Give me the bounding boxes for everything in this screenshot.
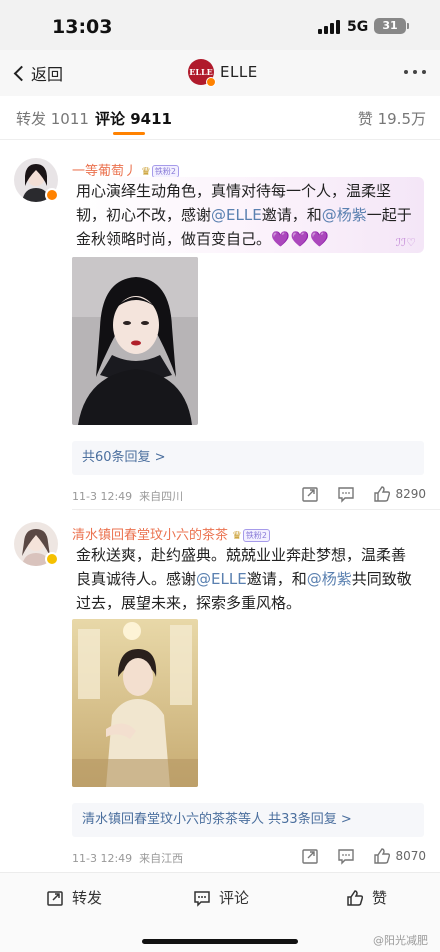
comment-photo[interactable] xyxy=(72,257,198,425)
comment-icon[interactable] xyxy=(337,485,355,503)
like-count: 8070 xyxy=(395,849,426,863)
comment-photo[interactable] xyxy=(72,619,198,787)
comment-label: 评论 xyxy=(219,889,250,907)
more-icon[interactable] xyxy=(404,70,426,74)
reply-user[interactable]: 清水镇回春堂玟小六的茶茶 xyxy=(82,812,238,827)
comment-location: 来自江西 xyxy=(139,852,184,865)
reply-summary[interactable]: 清水镇回春堂玟小六的茶茶等人 共33条回复 > xyxy=(72,803,424,837)
reply-count: 等人 共33条回复 > xyxy=(238,812,352,827)
reply-summary[interactable]: 共60条回复 > xyxy=(72,441,424,475)
comment-item: 清水镇回春堂玟小六的茶茶 ♛ 铁粉2 金秋送爽，赴约盛典。兢兢业业奔赴梦想，温柔善良… xyxy=(0,510,440,872)
comment-actions: 8290 xyxy=(283,485,426,503)
share-icon[interactable] xyxy=(301,485,319,503)
elle-logo-text: ELLE xyxy=(189,67,213,77)
account-header[interactable]: ELLE ELLE xyxy=(188,59,258,87)
elle-logo: ELLE xyxy=(188,59,216,87)
comment-time: 11-3 12:49 xyxy=(72,490,133,503)
like-button[interactable]: 赞 xyxy=(346,887,387,908)
like-count: 8290 xyxy=(395,487,426,501)
verified-icon xyxy=(45,552,59,566)
mention-link[interactable]: @杨紫 xyxy=(322,206,367,224)
decoration-icon: ℐℐ♡ xyxy=(395,236,416,249)
comment-text-part: 邀请，和 xyxy=(261,206,322,224)
comment-text: 金秋送爽，赴约盛典。兢兢业业奔赴梦想，温柔善良真诚待人。感谢@ELLE邀请，和@… xyxy=(72,541,424,617)
tab-bar: 转发 1011 评论 9411 赞 19.5万 xyxy=(0,96,440,140)
battery-icon: 31 xyxy=(374,18,409,34)
page-title: ELLE xyxy=(220,63,258,81)
like-icon[interactable] xyxy=(373,847,391,865)
tab-active-indicator xyxy=(113,132,145,135)
signal-icon xyxy=(318,20,340,34)
comment-actions: 8070 xyxy=(283,847,426,865)
comment-meta: 11-3 12:49 来自江西 xyxy=(72,850,183,866)
comment-button[interactable]: 评论 xyxy=(193,887,249,908)
nav-bar: 返回 ELLE ELLE xyxy=(0,50,440,96)
like-label: 赞 xyxy=(372,889,388,907)
like-icon[interactable] xyxy=(373,485,391,503)
share-icon[interactable] xyxy=(301,847,319,865)
comment-text-part: 邀请，和 xyxy=(246,570,307,588)
comment-location: 来自四川 xyxy=(139,490,184,503)
share-icon xyxy=(47,890,63,906)
purple-hearts-emoji: 💜💜💜 xyxy=(271,230,331,248)
verified-icon xyxy=(206,77,216,87)
status-bar: 13:03 5G 31 xyxy=(0,0,440,50)
watermark: @阳光减肥 xyxy=(373,934,428,947)
comment-icon xyxy=(194,890,210,907)
repost-label: 转发 xyxy=(72,889,103,907)
mention-link[interactable]: @杨紫 xyxy=(307,570,352,588)
mention-link[interactable]: @ELLE xyxy=(211,206,262,224)
tab-like[interactable]: 赞 19.5万 xyxy=(358,108,426,129)
status-time: 13:03 xyxy=(52,16,113,38)
verified-icon xyxy=(45,188,59,202)
comment-item: 一等葡萄丿 ♛ 铁粉2 用心演绎生动角色，真情对待每一个人，温柔坚韧，初心不改，感谢… xyxy=(0,140,440,510)
comment-icon[interactable] xyxy=(337,847,355,865)
tab-comment[interactable]: 评论 9411 xyxy=(95,108,172,129)
home-indicator[interactable] xyxy=(142,939,298,944)
repost-button[interactable]: 转发 xyxy=(46,887,102,908)
comment-time: 11-3 12:49 xyxy=(72,852,133,865)
back-label: 返回 xyxy=(31,65,64,84)
like-icon xyxy=(347,889,364,906)
tab-repost[interactable]: 转发 1011 xyxy=(16,108,89,129)
comment-meta: 11-3 12:49 来自四川 xyxy=(72,488,183,504)
mention-link[interactable]: @ELLE xyxy=(196,570,247,588)
back-chevron-icon xyxy=(13,65,30,81)
comment-text: 用心演绎生动角色，真情对待每一个人，温柔坚韧，初心不改，感谢@ELLE邀请，和@… xyxy=(72,177,424,253)
network-type: 5G xyxy=(347,19,369,35)
back-button[interactable]: 返回 xyxy=(12,61,63,85)
